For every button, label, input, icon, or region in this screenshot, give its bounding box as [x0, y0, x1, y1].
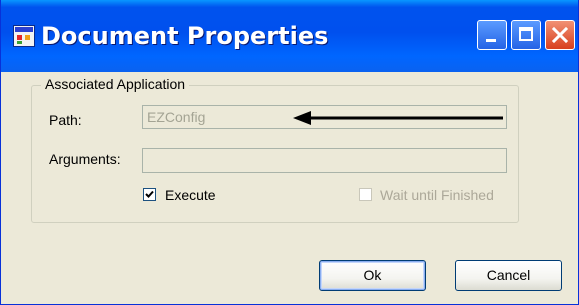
execute-label: Execute — [165, 187, 216, 203]
checkmark-icon — [145, 190, 154, 198]
title-bar[interactable]: Document Properties — [1, 0, 578, 72]
window-title: Document Properties — [41, 22, 329, 50]
path-value: EZConfig — [147, 109, 206, 125]
minimize-icon — [486, 39, 496, 42]
close-button[interactable] — [545, 20, 575, 50]
cancel-button[interactable]: Cancel — [455, 260, 562, 291]
ok-button[interactable]: Ok — [319, 260, 426, 291]
maximize-icon — [519, 27, 533, 41]
wait-until-finished-checkbox[interactable] — [359, 188, 372, 201]
arguments-field[interactable] — [142, 148, 507, 173]
close-icon — [551, 26, 569, 44]
execute-checkbox[interactable] — [143, 188, 156, 201]
document-properties-window: Document Properties Associated Applicati… — [0, 0, 579, 305]
path-label: Path: — [49, 112, 82, 128]
minimize-button[interactable] — [477, 20, 507, 50]
annotation-arrow-icon — [293, 111, 503, 125]
wait-until-finished-label: Wait until Finished — [380, 187, 494, 203]
app-window-icon — [13, 25, 35, 47]
group-label: Associated Application — [41, 73, 190, 95]
arguments-label: Arguments: — [49, 151, 121, 167]
maximize-button[interactable] — [511, 20, 541, 50]
